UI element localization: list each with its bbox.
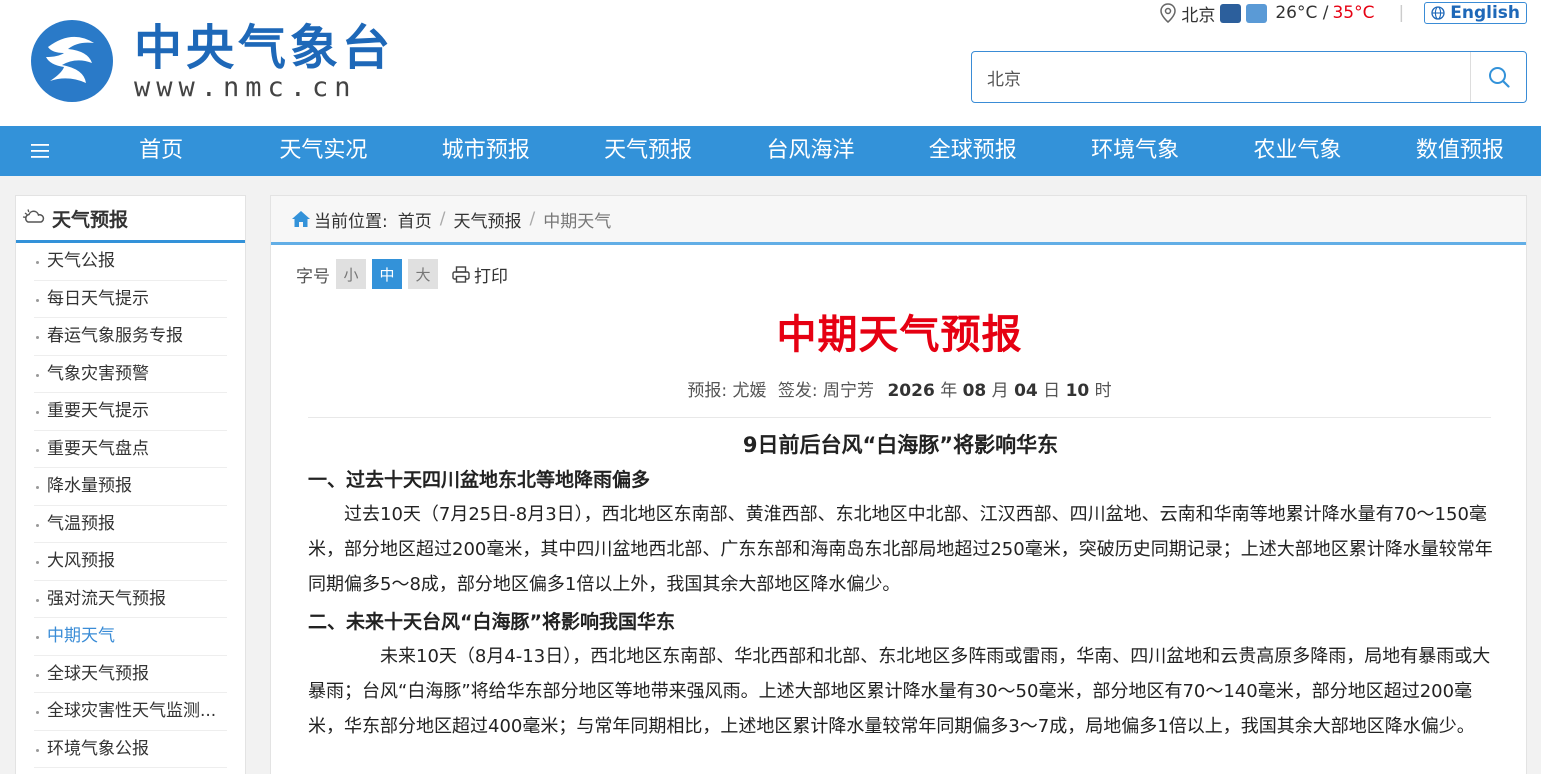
temp-low: 26°C /	[1275, 3, 1329, 23]
nav-numerical[interactable]: 数值预报	[1379, 126, 1541, 176]
search-box	[971, 51, 1527, 103]
sidebar: 天气预报 天气公报 每日天气提示 春运气象服务专报 气象灾害预警 重要天气提示 …	[15, 195, 246, 774]
sidebar-item-disaster-warning[interactable]: 气象灾害预警	[34, 356, 227, 393]
nav-city-forecast[interactable]: 城市预报	[405, 126, 567, 176]
site-domain: www.nmc.cn	[134, 72, 357, 103]
temp-high: 35°C	[1332, 3, 1375, 23]
site-name: 中央气象台	[134, 20, 395, 76]
nav-weather-forecast[interactable]: 天气预报	[567, 126, 729, 176]
sidebar-item-convective[interactable]: 强对流天气预报	[34, 581, 227, 618]
forecaster-label: 预报:	[687, 381, 728, 401]
issuer-label: 签发:	[777, 381, 818, 401]
breadcrumb: 当前位置: 首页 / 天气预报 / 中期天气	[271, 196, 1526, 245]
breadcrumb-separator: /	[439, 209, 446, 229]
sidebar-item-medium-range[interactable]: 中期天气	[34, 618, 227, 656]
year-unit: 年	[940, 381, 958, 401]
sidebar-item-environment-bulletin[interactable]: 环境气象公报	[34, 731, 227, 768]
breadcrumb-current: 中期天气	[543, 211, 612, 232]
sidebar-item-important-tips[interactable]: 重要天气提示	[34, 393, 227, 431]
hour-unit: 时	[1094, 381, 1112, 401]
sidebar-item-temperature[interactable]: 气温预报	[34, 506, 227, 543]
nav-global-forecast[interactable]: 全球预报	[892, 126, 1054, 176]
cloudy-icon	[1246, 3, 1268, 23]
divider	[308, 417, 1491, 418]
font-small-button[interactable]: 小	[336, 259, 366, 289]
print-label: 打印	[474, 266, 508, 287]
sidebar-title: 天气预报	[16, 196, 245, 243]
article-title: 中期天气预报	[776, 312, 1023, 358]
site-header: 中央气象台 www.nmc.cn 北京 26°C / 35°C | Englis…	[0, 0, 1541, 126]
breadcrumb-home[interactable]: 首页	[398, 207, 432, 232]
section-2-body: 未来10天（8月4-13日），西北地区东南部、华北西部和北部、东北地区多阵雨或雷…	[308, 646, 1491, 737]
day-unit: 日	[1043, 381, 1061, 401]
sidebar-list: 天气公报 每日天气提示 春运气象服务专报 气象灾害预警 重要天气提示 重要天气盘…	[16, 243, 245, 768]
issuer-name: 周宁芳	[823, 381, 875, 401]
sidebar-item-wind[interactable]: 大风预报	[34, 543, 227, 581]
sidebar-item-important-review[interactable]: 重要天气盘点	[34, 431, 227, 468]
nmc-logo-icon	[31, 20, 113, 102]
section-1-title: 一、过去十天四川盆地东北等地降雨偏多	[308, 469, 651, 491]
issue-month: 08	[962, 381, 987, 401]
location-pin-icon	[1160, 3, 1177, 23]
rain-icon	[1220, 3, 1242, 23]
sidebar-item-global-forecast[interactable]: 全球天气预报	[34, 656, 227, 693]
nav-home[interactable]: 首页	[80, 126, 242, 176]
issue-day: 04	[1014, 381, 1038, 401]
section-2-title: 二、未来十天台风“白海豚”将影响我国华东	[308, 611, 675, 633]
print-button[interactable]: 打印	[452, 262, 508, 287]
top-weather-bar: 北京 26°C / 35°C | English	[1159, 0, 1527, 26]
article-tools: 字号 小 中 大 打印	[296, 259, 508, 289]
article-content: 9日前后台风“白海豚”将影响华东 一、过去十天四川盆地东北等地降雨偏多 过去10…	[308, 428, 1493, 748]
site-logo[interactable]: 中央气象台 www.nmc.cn	[28, 16, 394, 106]
issue-year: 2026	[887, 381, 935, 401]
issue-hour: 10	[1065, 381, 1090, 401]
font-large-button[interactable]: 大	[408, 259, 438, 289]
english-label: English	[1450, 3, 1520, 23]
menu-button[interactable]	[0, 126, 80, 176]
printer-icon	[452, 265, 470, 283]
nav-agriculture[interactable]: 农业气象	[1216, 126, 1378, 176]
search-button[interactable]	[1470, 52, 1526, 102]
nav-typhoon-ocean[interactable]: 台风海洋	[729, 126, 891, 176]
current-city[interactable]: 北京	[1181, 1, 1215, 26]
sidebar-item-precipitation[interactable]: 降水量预报	[34, 468, 227, 506]
sidebar-item-spring-festival[interactable]: 春运气象服务专报	[34, 318, 227, 356]
section-1-body: 过去10天（7月25日-8月3日），西北地区东南部、黄淮西部、东北地区中北部、江…	[308, 504, 1493, 595]
main-nav: 首页 天气实况 城市预报 天气预报 台风海洋 全球预报 环境气象 农业气象 数值…	[0, 126, 1541, 176]
breadcrumb-separator: /	[529, 209, 536, 229]
article-byline: 预报: 尤媛 签发: 周宁芳 2026 年 08 月 04 日 10 时	[271, 376, 1528, 401]
breadcrumb-parent[interactable]: 天气预报	[453, 207, 521, 232]
sidebar-title-label: 天气预报	[52, 208, 129, 231]
globe-icon	[1431, 6, 1445, 20]
main-panel: 当前位置: 首页 / 天气预报 / 中期天气 字号 小 中 大 打印 中期天气预…	[270, 195, 1527, 774]
home-icon	[292, 211, 310, 227]
search-input[interactable]	[972, 52, 1470, 102]
month-unit: 月	[991, 381, 1009, 401]
english-button[interactable]: English	[1424, 2, 1527, 24]
font-size-label: 字号	[296, 266, 330, 287]
font-medium-button[interactable]: 中	[372, 259, 402, 289]
forecaster-name: 尤媛	[732, 381, 767, 401]
nav-environment[interactable]: 环境气象	[1054, 126, 1216, 176]
hamburger-icon	[30, 144, 49, 158]
topbar-divider: |	[1398, 3, 1405, 23]
sidebar-item-daily-tips[interactable]: 每日天气提示	[34, 281, 227, 318]
search-icon	[1488, 67, 1510, 88]
article-headline: 9日前后台风“白海豚”将影响华东	[742, 433, 1059, 457]
breadcrumb-label: 当前位置:	[314, 211, 388, 232]
cloud-sun-icon	[22, 209, 45, 223]
sidebar-item-global-disaster[interactable]: 全球灾害性天气监测...	[34, 693, 227, 731]
sidebar-item-weather-bulletin[interactable]: 天气公报	[34, 243, 227, 281]
nav-observation[interactable]: 天气实况	[242, 126, 404, 176]
